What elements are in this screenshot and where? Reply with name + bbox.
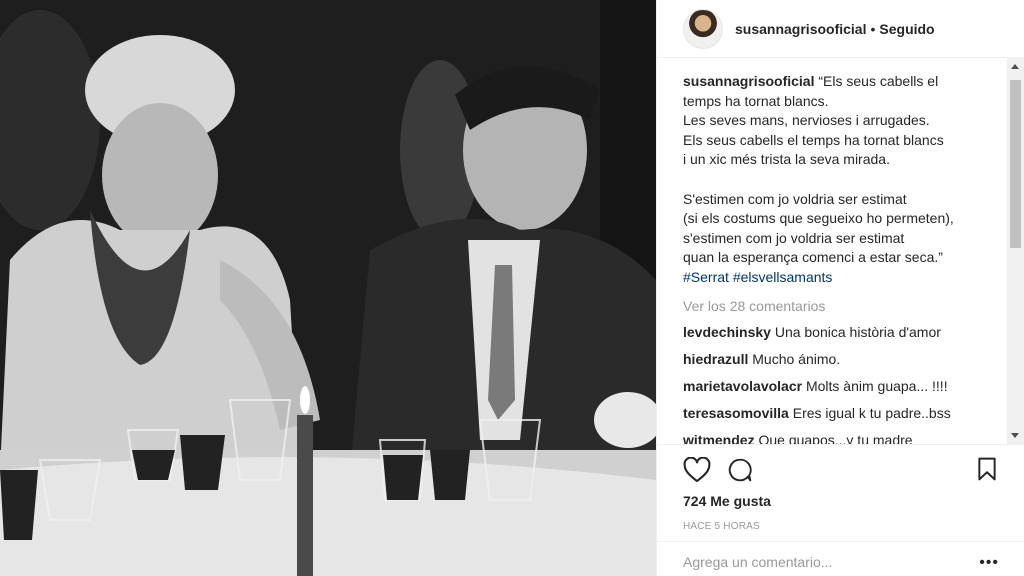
scroll-down-arrow-icon[interactable] <box>1011 433 1019 438</box>
bookmark-icon[interactable] <box>977 457 997 486</box>
caption-line: temps ha tornat blancs. <box>683 92 829 109</box>
caption-line: S'estimen com jo voldria ser estimat <box>683 190 907 207</box>
post-photo[interactable] <box>0 0 656 576</box>
hashtag-link[interactable]: #elsvellsamants <box>733 269 833 285</box>
comment-text: Molts ànim guapa... !!!! <box>805 377 948 394</box>
comment-username[interactable]: witmendez <box>683 432 755 444</box>
heart-icon[interactable] <box>683 456 711 488</box>
comment-item: hiedrazull Mucho ánimo. <box>683 350 997 368</box>
comment-text: Que guapos...y tu madre <box>758 431 913 444</box>
comment-item: marietavolavolacr Molts ànim guapa... !!… <box>683 377 997 395</box>
scroll-up-arrow-icon[interactable] <box>1011 64 1019 69</box>
comment-username[interactable]: levdechinsky <box>683 324 771 340</box>
comment-icon[interactable] <box>727 457 753 488</box>
follow-status-button[interactable]: Seguido <box>879 21 934 37</box>
comment-text: Mucho ánimo. <box>752 350 841 367</box>
hashtag-link[interactable]: #Serrat <box>683 269 729 285</box>
avatar[interactable] <box>683 8 723 49</box>
comment-text: Una bonica història d'amor <box>774 323 941 340</box>
caption-username[interactable]: susannagrisooficial <box>683 73 814 89</box>
comment-item: teresasomovilla Eres igual k tu padre..b… <box>683 404 997 422</box>
comment-username[interactable]: teresasomovilla <box>683 405 789 421</box>
author-username[interactable]: susannagrisooficial <box>735 21 866 37</box>
caption-line: s'estimen com jo voldria ser estimat <box>683 229 905 246</box>
comment-item: witmendez Que guapos...y tu madre <box>683 431 997 444</box>
comment-input[interactable] <box>683 554 943 570</box>
comment-username[interactable]: hiedrazull <box>683 351 748 367</box>
caption-line: quan la esperança comenci a estar seca.” <box>683 249 943 266</box>
more-options-icon[interactable]: ••• <box>979 555 999 571</box>
post-side-panel: susannagrisooficial • Seguido susannagri… <box>656 0 1024 576</box>
header-separator: • <box>870 20 876 37</box>
post-timestamp: HACE 5 HORAS <box>683 521 760 532</box>
caption-line: “Els seus cabells el <box>818 73 939 89</box>
post-header: susannagrisooficial • Seguido <box>657 0 1024 58</box>
add-comment-bar: ••• <box>657 541 1024 576</box>
action-icons <box>683 456 753 488</box>
comments-scrollbar[interactable] <box>1007 58 1024 444</box>
caption-line: (si els costums que segueixo ho permeten… <box>683 210 954 227</box>
comments-list[interactable]: susannagrisooficial “Els seus cabells el… <box>657 58 1024 444</box>
caption-line: Els seus cabells el temps ha tornat blan… <box>683 131 944 148</box>
vintage-photo-illustration <box>0 0 656 576</box>
post-caption: susannagrisooficial “Els seus cabells el… <box>683 72 997 288</box>
comment-item: levdechinsky Una bonica història d'amor <box>683 323 997 341</box>
view-all-comments-link[interactable]: Ver los 28 comentarios <box>683 298 997 314</box>
comment-username[interactable]: marietavolavolacr <box>683 378 802 394</box>
scrollbar-thumb[interactable] <box>1010 80 1021 248</box>
likes-count[interactable]: 724 Me gusta <box>683 493 771 509</box>
post-actions: 724 Me gusta HACE 5 HORAS ••• <box>657 444 1024 576</box>
caption-line: i un xic més trista la seva mirada. <box>683 151 890 168</box>
caption-line: Les seves mans, nervioses i arrugades. <box>683 112 930 129</box>
comment-text: Eres igual k tu padre..bss <box>792 404 951 421</box>
